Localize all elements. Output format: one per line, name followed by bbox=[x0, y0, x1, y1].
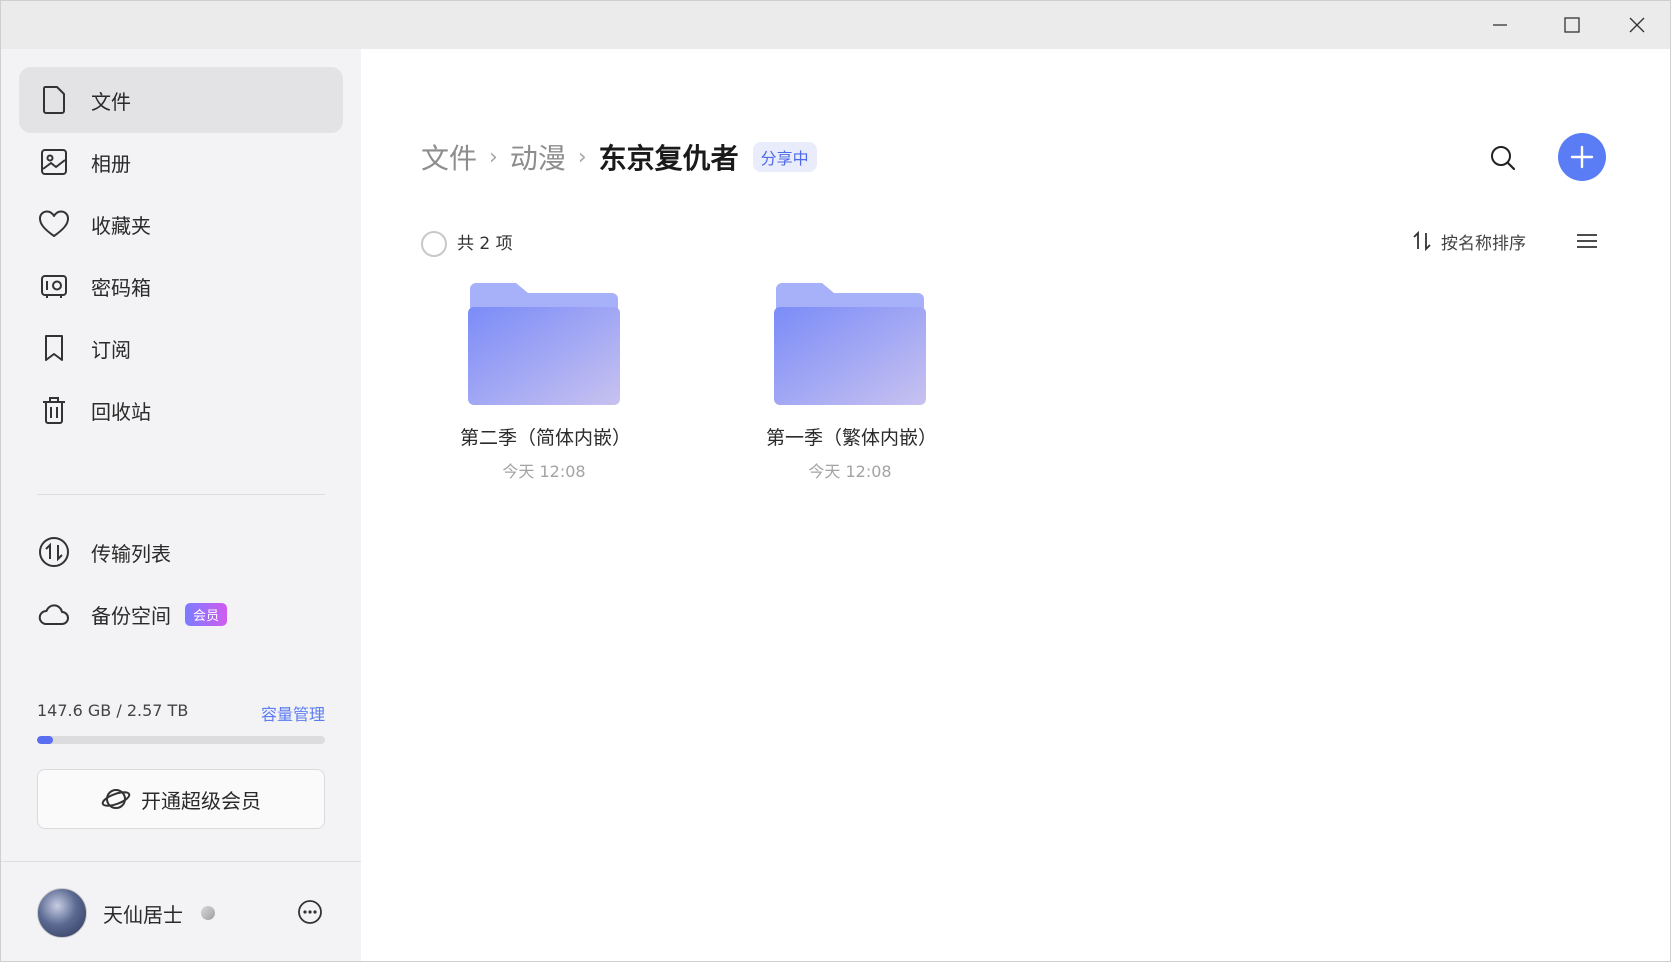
sidebar-item-label: 相册 bbox=[91, 151, 131, 176]
folder-name: 第一季（繁体内嵌） bbox=[766, 427, 938, 449]
sidebar-item-label: 密码箱 bbox=[91, 275, 151, 300]
plus-icon bbox=[1570, 145, 1594, 169]
breadcrumb-item[interactable]: 文件 bbox=[421, 137, 477, 177]
safe-box-icon bbox=[37, 269, 71, 303]
vip-badge: 会员 bbox=[185, 602, 228, 626]
upgrade-vip-label: 开通超级会员 bbox=[141, 788, 261, 813]
breadcrumb: 文件 › 动漫 › 东京复仇者 分享中 bbox=[421, 137, 817, 177]
sharing-status-badge: 分享中 bbox=[752, 142, 817, 172]
sidebar-item-safe[interactable]: 密码箱 bbox=[19, 253, 343, 319]
view-mode-button[interactable] bbox=[1571, 225, 1603, 257]
maximize-button[interactable] bbox=[1536, 1, 1608, 49]
more-options-button[interactable] bbox=[295, 897, 325, 927]
folder-icon bbox=[774, 283, 926, 405]
bookmark-icon bbox=[37, 331, 71, 365]
search-button[interactable] bbox=[1483, 138, 1523, 178]
transfer-icon bbox=[37, 535, 71, 569]
sidebar-item-favorites[interactable]: 收藏夹 bbox=[19, 191, 343, 257]
current-folder-title: 东京复仇者 bbox=[598, 142, 739, 175]
add-button[interactable] bbox=[1558, 133, 1606, 181]
sidebar-item-label: 备份空间 bbox=[91, 603, 171, 628]
close-button[interactable] bbox=[1601, 1, 1670, 49]
folder-modified-time: 今天 12:08 bbox=[808, 462, 892, 481]
search-icon bbox=[1491, 146, 1516, 171]
trash-icon bbox=[37, 393, 71, 427]
folder-name: 第二季（简体内嵌） bbox=[460, 427, 632, 449]
app-window: 文件 相册 收藏夹 密码箱 订阅 回收站 传输列表 备份空间 会员 147.6 … bbox=[0, 0, 1671, 962]
breadcrumb-separator-icon: › bbox=[577, 144, 587, 170]
breadcrumb-item[interactable]: 动漫 bbox=[510, 137, 566, 177]
minimize-button[interactable] bbox=[1464, 1, 1536, 49]
sidebar-bottom-divider bbox=[1, 861, 361, 862]
storage-progress-fill bbox=[37, 736, 54, 744]
sidebar-item-files[interactable]: 文件 bbox=[19, 67, 343, 133]
heart-icon bbox=[37, 207, 71, 241]
user-level-badge-icon bbox=[201, 906, 215, 920]
minimize-icon bbox=[1493, 24, 1507, 26]
file-icon bbox=[37, 83, 71, 117]
sidebar-divider bbox=[37, 494, 325, 495]
sidebar-item-label: 传输列表 bbox=[91, 541, 171, 566]
avatar[interactable] bbox=[37, 888, 87, 938]
sidebar: 文件 相册 收藏夹 密码箱 订阅 回收站 传输列表 备份空间 会员 147.6 … bbox=[1, 49, 361, 961]
sidebar-item-transfers[interactable]: 传输列表 bbox=[19, 519, 343, 585]
sidebar-item-label: 文件 bbox=[91, 89, 131, 114]
user-profile: 天仙居士 bbox=[37, 887, 325, 939]
sidebar-item-backup[interactable]: 备份空间 会员 bbox=[19, 581, 343, 647]
folder-item[interactable]: 第二季（简体内嵌） 今天 12:08 bbox=[454, 271, 634, 551]
planet-icon bbox=[101, 789, 131, 809]
upgrade-vip-button[interactable]: 开通超级会员 bbox=[37, 769, 325, 829]
storage-progress-bar bbox=[37, 736, 325, 744]
sidebar-item-albums[interactable]: 相册 bbox=[19, 129, 343, 195]
cloud-icon bbox=[37, 597, 71, 631]
folder-icon bbox=[468, 283, 620, 405]
folder-modified-time: 今天 12:08 bbox=[502, 462, 586, 481]
list-view-icon bbox=[1577, 234, 1597, 248]
sidebar-item-subscriptions[interactable]: 订阅 bbox=[19, 315, 343, 381]
storage-usage-text: 147.6 GB / 2.57 TB bbox=[37, 701, 189, 720]
maximize-icon bbox=[1564, 17, 1580, 33]
title-bar bbox=[1, 1, 1670, 49]
photo-album-icon bbox=[37, 145, 71, 179]
manage-storage-link[interactable]: 容量管理 bbox=[261, 701, 325, 725]
main-content: 文件 › 动漫 › 东京复仇者 分享中 共 2 项 按名称排序 第二季（简体内嵌… bbox=[361, 49, 1670, 961]
breadcrumb-separator-icon: › bbox=[489, 144, 498, 170]
sort-label: 按名称排序 bbox=[1441, 233, 1526, 254]
folder-item[interactable]: 第一季（繁体内嵌） 今天 12:08 bbox=[760, 271, 940, 551]
close-icon bbox=[1629, 17, 1645, 33]
sidebar-item-label: 收藏夹 bbox=[91, 213, 151, 238]
sort-icon bbox=[1413, 230, 1431, 252]
select-all-checkbox[interactable] bbox=[421, 231, 447, 257]
sidebar-item-trash[interactable]: 回收站 bbox=[19, 377, 343, 443]
more-icon bbox=[298, 900, 322, 924]
user-name[interactable]: 天仙居士 bbox=[103, 899, 183, 928]
sidebar-item-label: 订阅 bbox=[91, 337, 131, 362]
item-count: 共 2 项 bbox=[457, 234, 513, 254]
sort-button[interactable]: 按名称排序 bbox=[1411, 225, 1526, 257]
sidebar-item-label: 回收站 bbox=[91, 399, 151, 424]
